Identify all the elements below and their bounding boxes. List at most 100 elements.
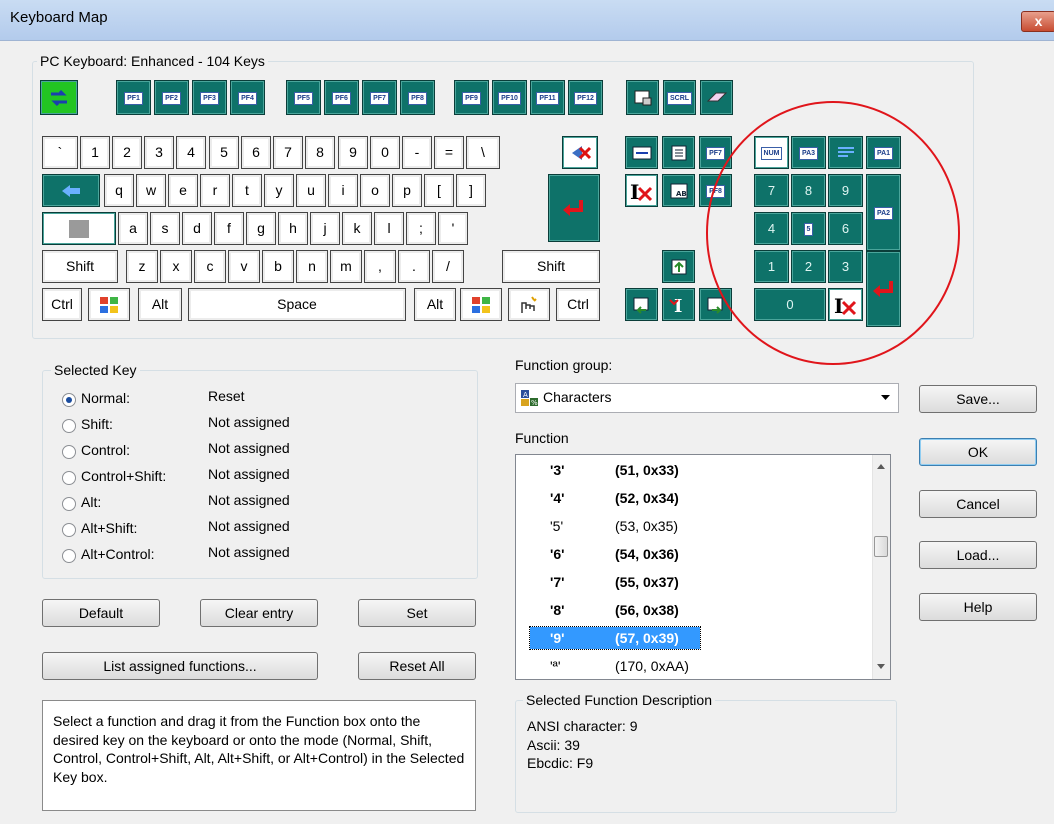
key-c[interactable]: c <box>194 250 226 283</box>
key-;[interactable]: ; <box>406 212 436 245</box>
function-item[interactable]: '9' (57, 0x39) <box>529 626 701 650</box>
swap-layout-key[interactable] <box>40 80 78 115</box>
home-key[interactable] <box>662 136 695 169</box>
mode-radio[interactable] <box>62 497 76 511</box>
key-f[interactable]: f <box>214 212 244 245</box>
fkey-9[interactable]: PF9 <box>454 80 489 115</box>
cancel-button[interactable]: Cancel <box>919 490 1037 518</box>
list-assigned-button[interactable]: List assigned functions... <box>42 652 318 680</box>
menu-key[interactable] <box>508 288 550 321</box>
reset-all-button[interactable]: Reset All <box>358 652 476 680</box>
scroll-thumb[interactable] <box>874 536 888 557</box>
key-e[interactable]: e <box>168 174 198 207</box>
capslock-key[interactable] <box>42 212 116 245</box>
key-b[interactable]: b <box>262 250 294 283</box>
key-p[interactable]: p <box>392 174 422 207</box>
key-7[interactable]: 7 <box>273 136 303 169</box>
arrow-left-key[interactable] <box>625 288 658 321</box>
mode-radio[interactable] <box>62 445 76 459</box>
scroll-down-icon[interactable] <box>877 664 885 669</box>
left-ctrl-key[interactable]: Ctrl <box>42 288 82 321</box>
left-shift-key[interactable]: Shift <box>42 250 118 283</box>
right-shift-key[interactable]: Shift <box>502 250 600 283</box>
key-0[interactable]: 0 <box>370 136 400 169</box>
key-6[interactable]: 6 <box>241 136 271 169</box>
key-3[interactable]: 3 <box>144 136 174 169</box>
function-item[interactable]: '5' (53, 0x35) <box>530 515 700 537</box>
key-g[interactable]: g <box>246 212 276 245</box>
print-key[interactable] <box>626 80 659 115</box>
key-/[interactable]: / <box>432 250 464 283</box>
mode-radio[interactable] <box>62 393 76 407</box>
backspace-key[interactable] <box>562 136 598 169</box>
mode-radio[interactable] <box>62 471 76 485</box>
key-d[interactable]: d <box>182 212 212 245</box>
right-windows-key[interactable] <box>460 288 502 321</box>
fkey-3[interactable]: PF3 <box>192 80 227 115</box>
key-2[interactable]: 2 <box>112 136 142 169</box>
fkey-11[interactable]: PF11 <box>530 80 565 115</box>
fkey-7[interactable]: PF7 <box>362 80 397 115</box>
end-key[interactable]: AB <box>662 174 695 207</box>
fkey-8[interactable]: PF8 <box>400 80 435 115</box>
insert-key[interactable] <box>625 136 658 169</box>
load-button[interactable]: Load... <box>919 541 1037 569</box>
key-k[interactable]: k <box>342 212 372 245</box>
key-backtick[interactable]: ` <box>42 136 78 169</box>
scroll-up-icon[interactable] <box>877 464 885 469</box>
function-list[interactable]: '3' (51, 0x33) '4' (52, 0x34) '5' (53, 0x35) '… <box>515 454 891 680</box>
left-windows-key[interactable] <box>88 288 130 321</box>
key-9[interactable]: 9 <box>338 136 368 169</box>
ok-button[interactable]: OK <box>919 438 1037 466</box>
key-r[interactable]: r <box>200 174 230 207</box>
mode-radio[interactable] <box>62 419 76 433</box>
key-i[interactable]: i <box>328 174 358 207</box>
left-alt-key[interactable]: Alt <box>138 288 182 321</box>
key-1[interactable]: 1 <box>80 136 110 169</box>
key-m[interactable]: m <box>330 250 362 283</box>
key-h[interactable]: h <box>278 212 308 245</box>
mode-radio[interactable] <box>62 549 76 563</box>
key-\[interactable]: \ <box>466 136 500 169</box>
chevron-down-icon[interactable] <box>881 395 890 401</box>
key-5[interactable]: 5 <box>209 136 239 169</box>
key-][interactable]: ] <box>456 174 486 207</box>
function-item[interactable]: '7' (55, 0x37) <box>530 571 700 593</box>
function-item[interactable]: '8' (56, 0x38) <box>530 599 700 621</box>
set-button[interactable]: Set <box>358 599 476 627</box>
default-button[interactable]: Default <box>42 599 160 627</box>
key-o[interactable]: o <box>360 174 390 207</box>
arrow-up-key[interactable] <box>662 250 695 283</box>
help-button[interactable]: Help <box>919 593 1037 621</box>
right-alt-key[interactable]: Alt <box>414 288 456 321</box>
function-item[interactable]: '6' (54, 0x36) <box>530 543 700 565</box>
fkey-1[interactable]: PF1 <box>116 80 151 115</box>
key-x[interactable]: x <box>160 250 192 283</box>
fkey-2[interactable]: PF2 <box>154 80 189 115</box>
function-list-scrollbar[interactable] <box>872 455 890 679</box>
key-s[interactable]: s <box>150 212 180 245</box>
function-item[interactable]: '3' (51, 0x33) <box>530 459 700 481</box>
fkey-5[interactable]: PF5 <box>286 80 321 115</box>
key-=[interactable]: = <box>434 136 464 169</box>
key-u[interactable]: u <box>296 174 326 207</box>
key-q[interactable]: q <box>104 174 134 207</box>
key-[[interactable]: [ <box>424 174 454 207</box>
key-n[interactable]: n <box>296 250 328 283</box>
function-group-select[interactable]: A % Characters <box>515 383 899 413</box>
key-y[interactable]: y <box>264 174 294 207</box>
delete-key[interactable]: I <box>625 174 658 207</box>
key-,[interactable]: , <box>364 250 396 283</box>
tab-key[interactable] <box>42 174 100 207</box>
space-key[interactable]: Space <box>188 288 406 321</box>
function-item[interactable]: '4' (52, 0x34) <box>530 487 700 509</box>
key-j[interactable]: j <box>310 212 340 245</box>
key-v[interactable]: v <box>228 250 260 283</box>
scroll-lock-key[interactable]: SCRL <box>663 80 696 115</box>
fkey-10[interactable]: PF10 <box>492 80 527 115</box>
key-8[interactable]: 8 <box>305 136 335 169</box>
mode-radio[interactable] <box>62 523 76 537</box>
key-z[interactable]: z <box>126 250 158 283</box>
save-button[interactable]: Save... <box>919 385 1037 413</box>
fkey-6[interactable]: PF6 <box>324 80 359 115</box>
